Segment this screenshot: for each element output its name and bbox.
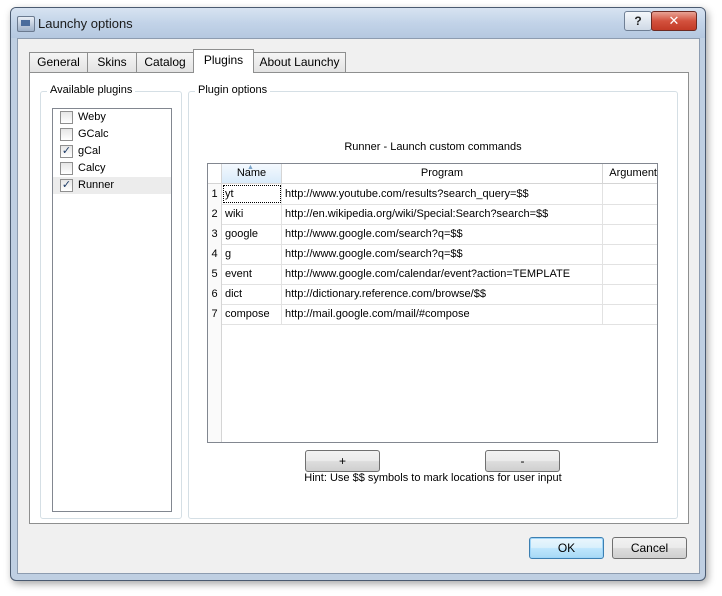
remove-command-button[interactable]: - xyxy=(485,450,560,472)
tab-skins[interactable]: Skins xyxy=(87,52,137,72)
column-header-argument[interactable]: Argument xyxy=(603,164,657,183)
table-row[interactable]: 7 compose http://mail.google.com/mail/#c… xyxy=(208,304,657,325)
name-cell[interactable]: wiki xyxy=(222,204,282,224)
help-button[interactable]: ? xyxy=(624,11,652,31)
column-header-program[interactable]: Program xyxy=(282,164,603,183)
tab-catalog[interactable]: Catalog xyxy=(136,52,194,72)
plugin-item-runner[interactable]: ✓ Runner xyxy=(53,177,171,194)
row-header-gutter xyxy=(208,324,222,442)
tab-plugins[interactable]: Plugins xyxy=(193,49,254,73)
plugin-label: GCalc xyxy=(78,128,109,140)
argument-cell[interactable] xyxy=(603,244,657,264)
argument-cell[interactable] xyxy=(603,184,657,204)
program-cell[interactable]: http://en.wikipedia.org/wiki/Special:Sea… xyxy=(282,204,603,224)
plugin-options-title: Plugin options xyxy=(195,84,271,96)
plugin-label: Weby xyxy=(78,111,106,123)
gcal-checkbox[interactable]: ✓ xyxy=(60,145,73,158)
sort-arrow-icon: ▲ xyxy=(247,164,254,171)
add-command-button[interactable]: + xyxy=(305,450,380,472)
hint-text: Hint: Use $$ symbols to mark locations f… xyxy=(304,472,562,484)
table-header: ▲ Name Program Argument xyxy=(208,164,657,184)
argument-cell[interactable] xyxy=(603,224,657,244)
corner-header[interactable] xyxy=(208,164,222,183)
title-bar[interactable]: Launchy options ? ✕ xyxy=(11,8,705,38)
available-plugins-title: Available plugins xyxy=(47,84,136,96)
row-number[interactable]: 2 xyxy=(208,204,222,224)
program-cell[interactable]: http://www.google.com/search?q=$$ xyxy=(282,224,603,244)
row-number[interactable]: 1 xyxy=(208,184,222,204)
runner-checkbox[interactable]: ✓ xyxy=(60,179,73,192)
ok-button[interactable]: OK xyxy=(529,537,604,559)
row-number[interactable]: 7 xyxy=(208,304,222,324)
calcy-checkbox[interactable] xyxy=(60,162,73,175)
table-row[interactable]: 6 dict http://dictionary.reference.com/b… xyxy=(208,284,657,305)
tab-about-launchy[interactable]: About Launchy xyxy=(253,52,346,72)
plugin-options-group: Plugin options Runner - Launch custom co… xyxy=(188,84,678,519)
cancel-button[interactable]: Cancel xyxy=(612,537,687,559)
plugin-subtitle: Runner - Launch custom commands xyxy=(344,141,522,153)
program-cell[interactable]: http://www.google.com/calendar/event?act… xyxy=(282,264,603,284)
program-cell[interactable]: http://dictionary.reference.com/browse/$… xyxy=(282,284,603,304)
plugin-item-gcalc[interactable]: GCalc xyxy=(53,126,171,143)
plugins-tab-panel: Available plugins Weby GCalc ✓ gCal Calc… xyxy=(29,72,689,524)
close-button[interactable]: ✕ xyxy=(651,11,697,31)
runner-commands-table[interactable]: ▲ Name Program Argument 1 yt http://www.… xyxy=(207,163,658,443)
name-cell[interactable]: compose xyxy=(222,304,282,324)
argument-cell[interactable] xyxy=(603,264,657,284)
program-cell[interactable]: http://www.youtube.com/results?search_qu… xyxy=(282,184,603,204)
plugin-item-gcal[interactable]: ✓ gCal xyxy=(53,143,171,160)
column-header-name[interactable]: ▲ Name xyxy=(222,164,282,183)
plugin-item-weby[interactable]: Weby xyxy=(53,109,171,126)
row-number[interactable]: 3 xyxy=(208,224,222,244)
row-number[interactable]: 4 xyxy=(208,244,222,264)
argument-cell[interactable] xyxy=(603,304,657,324)
table-row[interactable]: 4 g http://www.google.com/search?q=$$ xyxy=(208,244,657,265)
weby-checkbox[interactable] xyxy=(60,111,73,124)
launchy-options-window: Launchy options ? ✕ General Skins Catalo… xyxy=(10,7,706,581)
program-cell[interactable]: http://mail.google.com/mail/#compose xyxy=(282,304,603,324)
argument-cell[interactable] xyxy=(603,204,657,224)
tab-general[interactable]: General xyxy=(29,52,88,72)
name-cell[interactable]: google xyxy=(222,224,282,244)
plugin-label: gCal xyxy=(78,145,101,157)
table-row[interactable]: 1 yt http://www.youtube.com/results?sear… xyxy=(208,184,657,205)
table-row[interactable]: 5 event http://www.google.com/calendar/e… xyxy=(208,264,657,285)
window-title: Launchy options xyxy=(38,16,133,31)
row-number[interactable]: 5 xyxy=(208,264,222,284)
name-cell[interactable]: event xyxy=(222,264,282,284)
table-row[interactable]: 2 wiki http://en.wikipedia.org/wiki/Spec… xyxy=(208,204,657,225)
plugin-label: Runner xyxy=(78,179,115,191)
available-plugins-group: Available plugins Weby GCalc ✓ gCal Calc… xyxy=(40,84,182,519)
plugin-item-calcy[interactable]: Calcy xyxy=(53,160,171,177)
launchy-app-icon xyxy=(17,16,35,32)
name-cell[interactable]: yt xyxy=(222,184,282,204)
row-number[interactable]: 6 xyxy=(208,284,222,304)
dialog-client-area: General Skins Catalog Plugins About Laun… xyxy=(17,38,700,574)
gcalc-checkbox[interactable] xyxy=(60,128,73,141)
plugin-list[interactable]: Weby GCalc ✓ gCal Calcy ✓ Runner xyxy=(52,108,172,512)
name-cell[interactable]: g xyxy=(222,244,282,264)
plugin-label: Calcy xyxy=(78,162,106,174)
name-cell[interactable]: dict xyxy=(222,284,282,304)
argument-cell[interactable] xyxy=(603,284,657,304)
program-cell[interactable]: http://www.google.com/search?q=$$ xyxy=(282,244,603,264)
table-row[interactable]: 3 google http://www.google.com/search?q=… xyxy=(208,224,657,245)
